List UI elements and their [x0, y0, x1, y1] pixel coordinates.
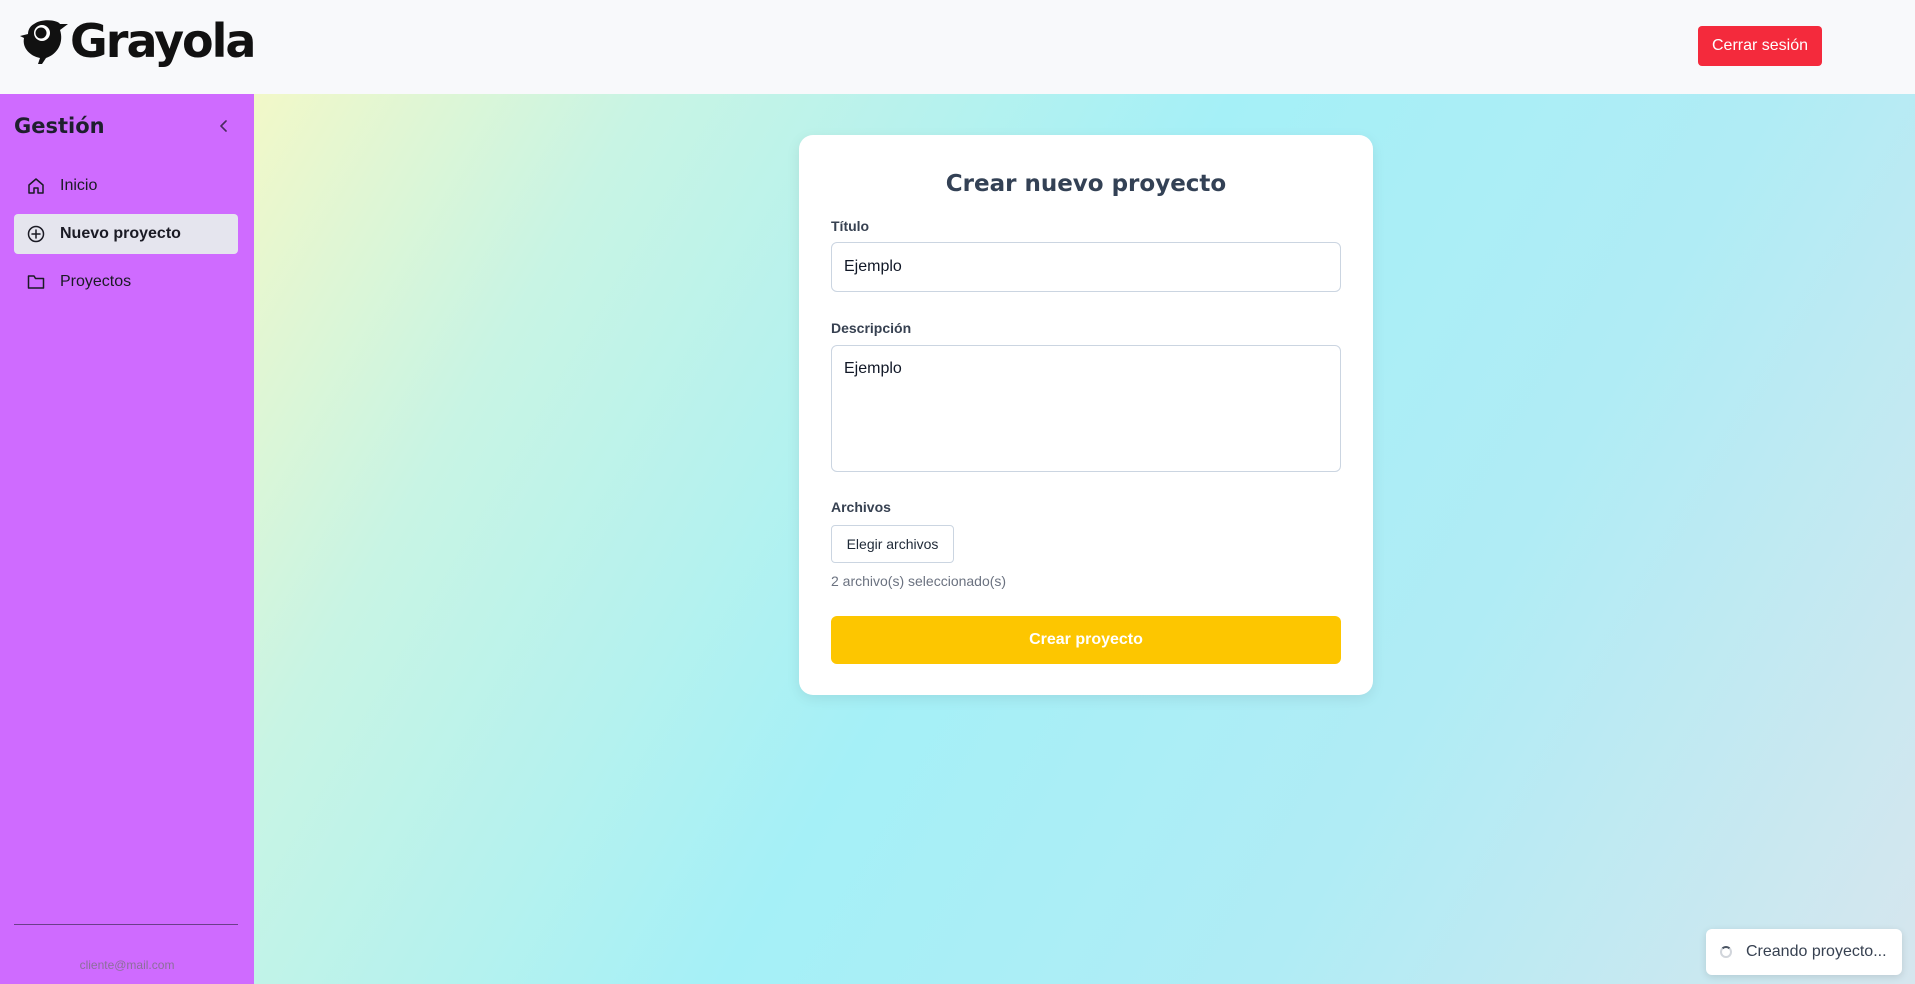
plus-circle-icon — [26, 224, 46, 244]
main-content: Crear nuevo proyecto Título Descripción … — [254, 94, 1915, 984]
user-email: cliente@mail.com — [79, 958, 175, 972]
sidebar-title: Gestión — [14, 114, 105, 138]
toast-message: Creando proyecto... — [1746, 943, 1887, 960]
sidebar-item-label: Nuevo proyecto — [60, 225, 181, 242]
loading-toast: Creando proyecto... — [1706, 929, 1902, 975]
titulo-input[interactable] — [831, 242, 1341, 292]
spinner-icon — [1720, 946, 1732, 958]
bird-logo-icon — [20, 20, 68, 64]
app-header: Grayola Cerrar sesión — [0, 0, 1915, 94]
form-title: Crear nuevo proyecto — [945, 171, 1227, 197]
sidebar-item-inicio[interactable]: Inicio — [14, 166, 238, 206]
choose-files-button[interactable]: Elegir archivos — [831, 525, 954, 563]
folder-icon — [26, 272, 46, 292]
descripcion-textarea[interactable]: Ejemplo — [831, 345, 1341, 472]
sidebar-item-label: Inicio — [60, 177, 98, 194]
sidebar-item-proyectos[interactable]: Proyectos — [14, 262, 238, 302]
home-icon — [26, 176, 46, 196]
descripcion-label: Descripción — [831, 320, 912, 336]
archivos-label: Archivos — [831, 499, 891, 515]
sidebar-item-nuevo-proyecto[interactable]: Nuevo proyecto — [14, 214, 238, 254]
sidebar-item-label: Proyectos — [60, 273, 132, 290]
sidebar-collapse-button[interactable] — [214, 116, 234, 136]
sidebar: Gestión Inicio Nuevo proyecto Proyectos — [0, 94, 254, 984]
grayola-logo[interactable]: Grayola — [20, 14, 256, 68]
new-project-form: Crear nuevo proyecto Título Descripción … — [799, 135, 1373, 695]
files-selected-status: 2 archivo(s) seleccionado(s) — [831, 573, 1007, 589]
titulo-label: Título — [831, 218, 870, 234]
create-project-button[interactable]: Crear proyecto — [831, 616, 1341, 664]
sidebar-divider — [14, 924, 238, 925]
logout-button[interactable]: Cerrar sesión — [1698, 26, 1822, 66]
chevron-left-icon — [220, 120, 227, 132]
brand-name: Grayola — [70, 14, 256, 68]
